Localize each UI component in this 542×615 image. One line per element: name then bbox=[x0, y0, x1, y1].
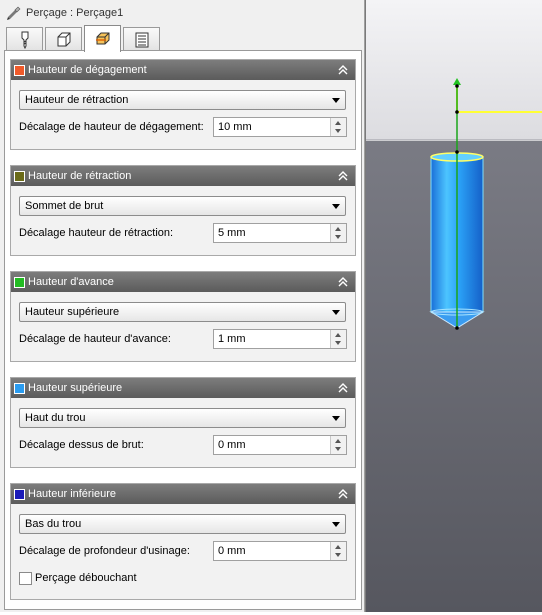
spin-buttons[interactable] bbox=[330, 118, 346, 136]
group-retract-height: Hauteur de rétraction Sommet de brut Déc… bbox=[10, 165, 356, 256]
group-header[interactable]: Hauteur inférieure bbox=[11, 484, 355, 504]
select-value: Sommet de brut bbox=[25, 200, 104, 212]
through-drill-checkbox[interactable] bbox=[19, 572, 32, 585]
input-value: 5 mm bbox=[218, 227, 246, 239]
group-bottom-height: Hauteur inférieure Bas du trou Décalage … bbox=[10, 483, 356, 600]
panel-title: Perçage : Perçage1 bbox=[26, 7, 124, 19]
stock-top-face bbox=[365, 0, 542, 140]
tab-geometry[interactable] bbox=[45, 27, 82, 51]
feed-height-select[interactable]: Hauteur supérieure bbox=[19, 302, 346, 322]
color-swatch bbox=[14, 64, 25, 76]
top-offset-input[interactable]: 0 mm bbox=[213, 435, 347, 455]
spin-down-icon[interactable] bbox=[335, 341, 341, 345]
drill-icon bbox=[7, 6, 21, 20]
select-value: Hauteur de rétraction bbox=[25, 94, 129, 106]
tab-bar bbox=[6, 25, 162, 52]
color-swatch bbox=[14, 170, 25, 182]
tool-icon bbox=[21, 31, 28, 49]
spin-up-icon[interactable] bbox=[335, 227, 341, 231]
clearance-height-select[interactable]: Hauteur de rétraction bbox=[19, 90, 346, 110]
operation-panel: Perçage : Perçage1 Hauteur de dégagement… bbox=[0, 0, 365, 612]
tool-path-point bbox=[455, 150, 459, 154]
field-label: Décalage dessus de brut: bbox=[19, 439, 144, 451]
input-value: 0 mm bbox=[218, 545, 246, 557]
tool-path-point bbox=[455, 110, 459, 114]
select-value: Haut du trou bbox=[25, 412, 86, 424]
collapse-icon[interactable] bbox=[337, 381, 349, 395]
color-swatch bbox=[14, 488, 25, 500]
select-value: Hauteur supérieure bbox=[25, 306, 120, 318]
spin-buttons[interactable] bbox=[330, 436, 346, 454]
spin-down-icon[interactable] bbox=[335, 235, 341, 239]
3d-viewport[interactable] bbox=[365, 0, 542, 612]
group-header[interactable]: Hauteur de dégagement bbox=[11, 60, 355, 80]
group-title: Hauteur d'avance bbox=[28, 276, 114, 288]
spin-up-icon[interactable] bbox=[335, 121, 341, 125]
group-title: Hauteur de rétraction bbox=[28, 170, 132, 182]
color-swatch bbox=[14, 382, 25, 394]
chevron-down-icon bbox=[332, 310, 340, 315]
group-header[interactable]: Hauteur de rétraction bbox=[11, 166, 355, 186]
tab-heights[interactable] bbox=[84, 25, 121, 52]
chevron-down-icon bbox=[332, 204, 340, 209]
collapse-icon[interactable] bbox=[337, 487, 349, 501]
clearance-offset-input[interactable]: 10 mm bbox=[213, 117, 347, 137]
spin-up-icon[interactable] bbox=[335, 439, 341, 443]
spin-buttons[interactable] bbox=[330, 224, 346, 242]
field-label: Décalage de profondeur d'usinage: bbox=[19, 545, 190, 557]
panel-title-bar: Perçage : Perçage1 bbox=[6, 4, 123, 22]
passes-icon bbox=[135, 32, 148, 47]
checkbox-label: Perçage débouchant bbox=[35, 572, 137, 584]
tool-path-point bbox=[455, 84, 459, 88]
drill-preview bbox=[365, 0, 542, 612]
select-value: Bas du trou bbox=[25, 518, 82, 530]
group-title: Hauteur de dégagement bbox=[28, 64, 147, 76]
heights-icon bbox=[95, 32, 109, 45]
top-height-select[interactable]: Haut du trou bbox=[19, 408, 346, 428]
group-header[interactable]: Hauteur d'avance bbox=[11, 272, 355, 292]
group-title: Hauteur inférieure bbox=[28, 488, 117, 500]
spin-down-icon[interactable] bbox=[335, 129, 341, 133]
tab-content: Hauteur de dégagement Hauteur de rétract… bbox=[4, 50, 362, 610]
retract-offset-input[interactable]: 5 mm bbox=[213, 223, 347, 243]
retract-height-select[interactable]: Sommet de brut bbox=[19, 196, 346, 216]
spin-down-icon[interactable] bbox=[335, 553, 341, 557]
group-clearance-height: Hauteur de dégagement Hauteur de rétract… bbox=[10, 59, 356, 150]
field-label: Décalage de hauteur d'avance: bbox=[19, 333, 171, 345]
group-title: Hauteur supérieure bbox=[28, 382, 123, 394]
bottom-height-select[interactable]: Bas du trou bbox=[19, 514, 346, 534]
tab-tool[interactable] bbox=[6, 27, 43, 51]
field-label: Décalage de hauteur de dégagement: bbox=[19, 121, 204, 133]
color-swatch bbox=[14, 276, 25, 288]
collapse-icon[interactable] bbox=[337, 63, 349, 77]
input-value: 0 mm bbox=[218, 439, 246, 451]
chevron-down-icon bbox=[332, 98, 340, 103]
spin-buttons[interactable] bbox=[330, 542, 346, 560]
chevron-down-icon bbox=[332, 416, 340, 421]
group-header[interactable]: Hauteur supérieure bbox=[11, 378, 355, 398]
collapse-icon[interactable] bbox=[337, 275, 349, 289]
group-feed-height: Hauteur d'avance Hauteur supérieure Déca… bbox=[10, 271, 356, 362]
spin-down-icon[interactable] bbox=[335, 447, 341, 451]
geometry-icon bbox=[57, 32, 70, 46]
input-value: 1 mm bbox=[218, 333, 246, 345]
tool-path-point bbox=[455, 326, 459, 330]
input-value: 10 mm bbox=[218, 121, 252, 133]
spin-up-icon[interactable] bbox=[335, 333, 341, 337]
field-label: Décalage hauteur de rétraction: bbox=[19, 227, 174, 239]
depth-offset-input[interactable]: 0 mm bbox=[213, 541, 347, 561]
chevron-down-icon bbox=[332, 522, 340, 527]
spin-up-icon[interactable] bbox=[335, 545, 341, 549]
group-top-height: Hauteur supérieure Haut du trou Décalage… bbox=[10, 377, 356, 468]
collapse-icon[interactable] bbox=[337, 169, 349, 183]
feed-offset-input[interactable]: 1 mm bbox=[213, 329, 347, 349]
spin-buttons[interactable] bbox=[330, 330, 346, 348]
tab-passes[interactable] bbox=[123, 27, 160, 51]
